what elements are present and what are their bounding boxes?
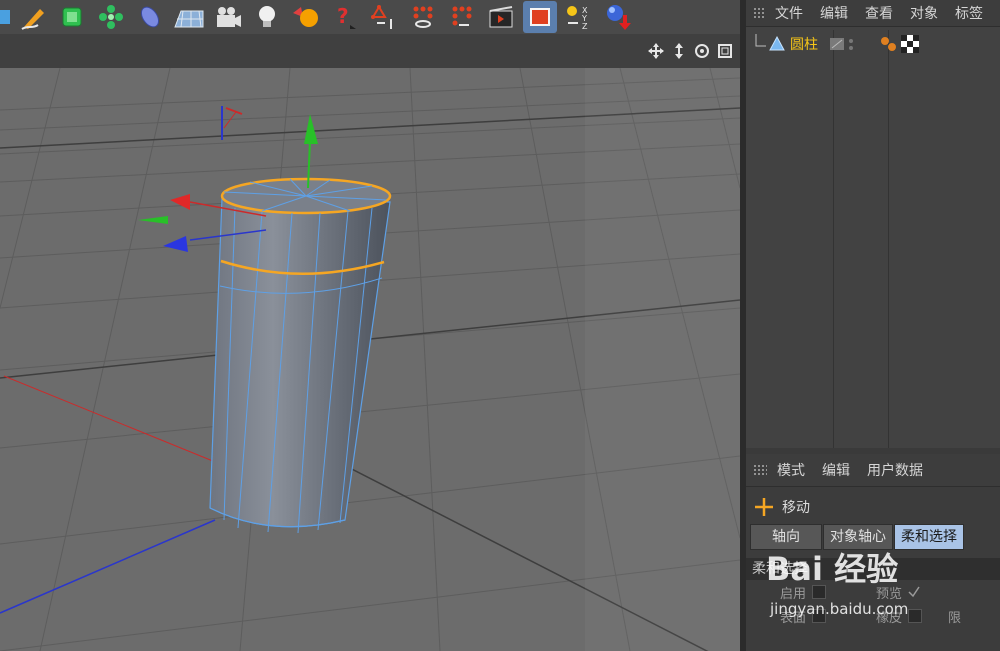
material-sphere-icon: [293, 7, 318, 27]
enable-label: 启用: [779, 586, 806, 602]
edge-mode-icon: [413, 6, 433, 28]
restrict-label: 限: [948, 610, 962, 626]
column-divider: [833, 30, 834, 448]
menu-tags[interactable]: 标签: [955, 3, 983, 23]
viewport-scene: [0, 68, 740, 651]
material-tag-icon[interactable]: [878, 34, 900, 54]
cloner-icon: [99, 5, 123, 29]
viewport-navigation: [647, 42, 734, 60]
enable-checkbox[interactable]: [812, 585, 826, 599]
layer-icon[interactable]: [828, 35, 846, 53]
surface-checkbox[interactable]: [812, 609, 826, 623]
deformer-icon: [140, 6, 160, 28]
object-manager: 文件 编辑 查看 对象 标签 圆柱: [746, 0, 1000, 448]
tag-tool-button[interactable]: ?: [328, 1, 362, 33]
surface-label: 表面: [779, 610, 806, 626]
object-manager-menubar: 文件 编辑 查看 对象 标签: [746, 0, 1000, 27]
checker-texture-tag-icon[interactable]: [900, 34, 920, 54]
subdivision-icon: [62, 7, 82, 27]
maximize-view-icon[interactable]: [716, 42, 734, 60]
tab-soft-selection[interactable]: 柔和选择: [894, 524, 964, 550]
render-view-button[interactable]: [484, 1, 518, 33]
attribute-tabs: 轴向 对象轴心 柔和选择: [750, 524, 1000, 550]
camera-icon: [217, 7, 241, 27]
point-mode-icon: [371, 5, 392, 29]
polygon-mode-icon: [452, 6, 472, 26]
preview-label: 预览: [875, 586, 902, 602]
point-mode-button[interactable]: [367, 1, 401, 33]
pen-icon: [21, 9, 44, 30]
column-divider: [888, 30, 889, 448]
svg-text:Z: Z: [582, 22, 588, 31]
object-name-label[interactable]: 圆柱: [790, 34, 818, 54]
pen-tool-button[interactable]: [16, 1, 50, 33]
panel-grip-icon[interactable]: [753, 464, 767, 476]
move-view-icon[interactable]: [647, 42, 665, 60]
tool-name: 移动: [782, 500, 810, 516]
attribute-manager-menubar: 模式 编辑 用户数据: [746, 454, 1000, 487]
viewport-highlight-band: [585, 68, 740, 651]
rubber-label: 橡皮: [875, 610, 902, 626]
edge-mode-button[interactable]: [406, 1, 440, 33]
object-list: 圆柱: [746, 30, 1000, 448]
section-title: 柔和选择: [746, 558, 1000, 580]
menu-user-data[interactable]: 用户数据: [867, 460, 923, 480]
axis-xyz-icon: XYZ: [567, 6, 588, 31]
clapper-icon: [489, 6, 513, 28]
axis-xyz-button[interactable]: XYZ: [562, 1, 596, 33]
menu-file[interactable]: 文件: [775, 3, 803, 23]
menu-object[interactable]: 对象: [910, 3, 938, 23]
main-toolbar: ? XYZ: [0, 0, 745, 35]
menu-view[interactable]: 查看: [865, 3, 893, 23]
preview-check-icon[interactable]: [908, 586, 920, 598]
viewport-header: [0, 34, 740, 68]
panel-grip-icon[interactable]: [753, 7, 765, 19]
cloner-tool-button[interactable]: [94, 1, 128, 33]
gravity-button[interactable]: [601, 1, 635, 33]
move-tool-icon: [755, 498, 773, 516]
help-tag-glyph: ?: [337, 4, 349, 28]
polygon-mode-button[interactable]: [445, 1, 479, 33]
tool-header: 移动: [746, 490, 1000, 524]
floor-icon: [174, 10, 204, 28]
attribute-manager: 模式 编辑 用户数据 移动 轴向 对象轴心 柔和选择 柔和选择 启用 预览 表面…: [746, 454, 1000, 651]
visibility-dots-icon[interactable]: [846, 35, 856, 53]
help-tag-icon: ?: [337, 4, 356, 29]
rotate-view-icon[interactable]: [693, 42, 711, 60]
deformer-tool-button[interactable]: [133, 1, 167, 33]
subdivision-tool-button[interactable]: [55, 1, 89, 33]
render-active-button[interactable]: [523, 1, 557, 33]
gravity-icon: [607, 5, 631, 30]
option-row: 启用 预览: [746, 580, 1000, 604]
tab-axis[interactable]: 轴向: [750, 524, 822, 550]
object-row-cylinder[interactable]: 圆柱: [746, 30, 1000, 58]
render-active-icon: [530, 8, 550, 26]
light-bulb-icon: [259, 6, 275, 27]
tree-branch-icon: [755, 34, 766, 47]
floor-tool-button[interactable]: [172, 1, 206, 33]
cube-icon: [0, 10, 10, 24]
camera-tool-button[interactable]: [211, 1, 245, 33]
cube-tool-button[interactable]: [0, 1, 12, 33]
3d-viewport[interactable]: [0, 34, 740, 651]
rubber-checkbox[interactable]: [908, 609, 922, 623]
menu-edit[interactable]: 编辑: [820, 3, 848, 23]
material-tool-button[interactable]: [289, 1, 323, 33]
light-tool-button[interactable]: [250, 1, 284, 33]
tab-object-axis[interactable]: 对象轴心: [823, 524, 893, 550]
menu-edit[interactable]: 编辑: [822, 460, 850, 480]
option-row: 表面 橡皮 限: [746, 604, 1000, 628]
attribute-body: 移动 轴向 对象轴心 柔和选择 柔和选择 启用 预览 表面 橡皮 限: [746, 490, 1000, 628]
menu-mode[interactable]: 模式: [777, 460, 805, 480]
cylinder-object-icon: [769, 35, 785, 51]
dolly-view-icon[interactable]: [670, 42, 688, 60]
